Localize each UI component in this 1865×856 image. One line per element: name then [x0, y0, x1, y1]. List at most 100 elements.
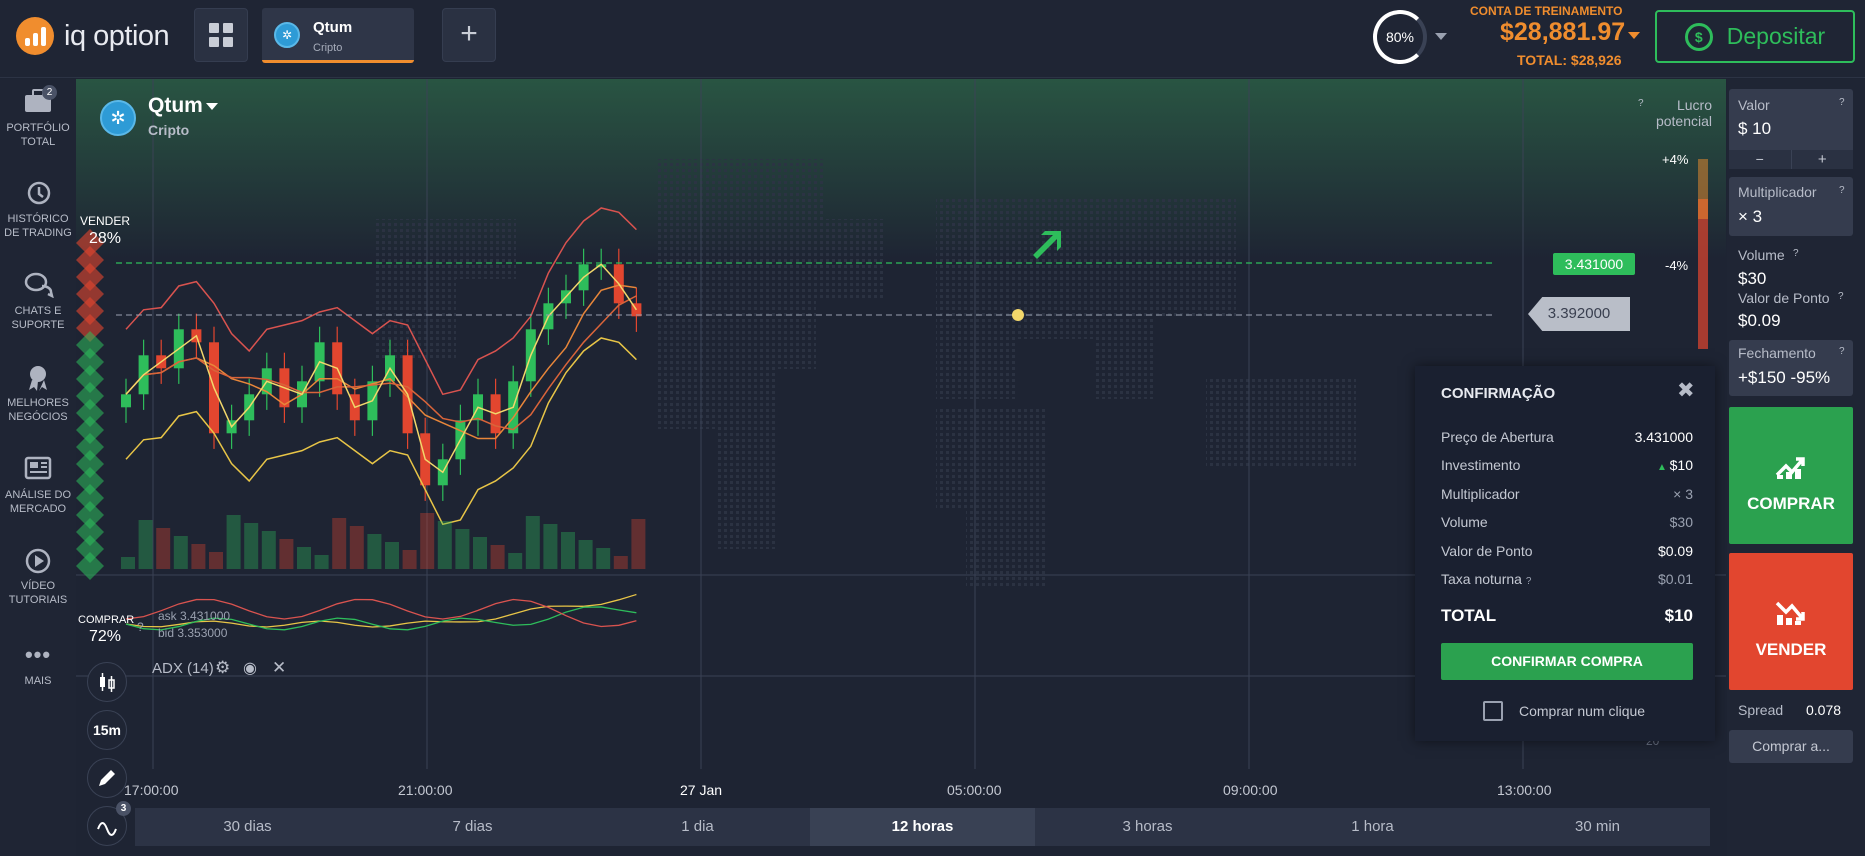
asset-tab-qtum[interactable]: ✲ Qtum Cripto — [262, 8, 414, 63]
volume-bar — [191, 544, 206, 569]
help-icon[interactable]: ? — [1839, 97, 1845, 108]
account-type[interactable]: CONTA DE TREINAMENTO — [1470, 4, 1622, 18]
row-value: 3.431000 — [1634, 429, 1693, 445]
asset-tab-category: Cripto — [313, 42, 343, 54]
multiplier-label: Multiplicador — [1738, 184, 1817, 200]
close-at-box[interactable]: Fechamento ? +$150 -95% — [1729, 340, 1853, 396]
qtum-coin-icon: ✲ — [274, 22, 300, 48]
amount-box: Valor ? $ 10 − + — [1729, 89, 1853, 169]
buy-sentiment-label: COMPRAR — [78, 614, 135, 626]
close-icon[interactable]: ✖ — [1677, 378, 1695, 403]
close-icon[interactable]: ✕ — [272, 658, 286, 678]
tab-1-day[interactable]: 1 dia — [585, 808, 810, 846]
chart-type-button[interactable] — [87, 662, 127, 702]
buy-button[interactable]: COMPRAR — [1729, 407, 1853, 544]
newspaper-icon — [24, 456, 52, 482]
volume-bar — [156, 528, 171, 569]
confirm-buy-button[interactable]: CONFIRMAR COMPRA — [1441, 643, 1693, 680]
timeframe-button[interactable]: 15m — [87, 710, 127, 750]
grid-view-button[interactable] — [194, 8, 248, 62]
spread-label: Spread — [1738, 702, 1784, 718]
balance[interactable]: $28,881.97 — [1500, 18, 1625, 47]
sidebar-item-video-tutorials[interactable]: VÍDEO TUTORIAIS — [0, 547, 76, 607]
buy-at-button[interactable]: Comprar a... — [1729, 730, 1853, 763]
help-icon[interactable]: ? — [1839, 346, 1845, 357]
help-icon[interactable]: ? — [137, 620, 144, 634]
chevron-down-icon[interactable] — [1435, 33, 1447, 40]
logo[interactable]: iq option — [16, 17, 170, 55]
row-value: × 3 — [1673, 486, 1693, 502]
deposit-label: Depositar — [1726, 23, 1826, 49]
tab-30-min[interactable]: 30 min — [1485, 808, 1710, 846]
eye-icon[interactable]: ◉ — [243, 658, 257, 678]
sidebar-item-chats[interactable]: CHATS E SUPORTE — [0, 272, 76, 332]
row-value: $0.09 — [1657, 543, 1693, 559]
tab-3-hours[interactable]: 3 horas — [1035, 808, 1260, 846]
tab-7-days[interactable]: 7 dias — [360, 808, 585, 846]
total-balance: TOTAL: $28,926 — [1517, 52, 1622, 68]
sidebar-item-history[interactable]: HISTÓRICO DE TRADING — [0, 180, 76, 240]
ask-price: ask 3.431000 — [158, 609, 231, 623]
help-icon[interactable]: ? — [1526, 576, 1532, 587]
help-icon[interactable]: ? — [1793, 248, 1799, 259]
current-price-tag: 3.392000 — [1528, 297, 1630, 331]
decrease-amount-button[interactable]: − — [1729, 150, 1792, 169]
tab-30-days[interactable]: 30 dias — [135, 808, 360, 846]
help-icon[interactable]: ? — [1638, 98, 1644, 109]
volume-bar — [578, 540, 593, 569]
point-value: $0.09 — [1738, 311, 1781, 330]
sidebar-item-more[interactable]: ••• MAIS — [0, 642, 76, 688]
tab-1-hour[interactable]: 1 hora — [1260, 808, 1485, 846]
time-label: 17:00:00 — [124, 782, 179, 798]
volume-bar — [226, 515, 241, 569]
deposit-button[interactable]: $ Depositar — [1655, 10, 1855, 63]
asset-category: Cripto — [148, 122, 190, 138]
volume-bar — [561, 532, 575, 569]
volume-bar — [385, 542, 399, 569]
dialog-title: CONFIRMAÇÃO — [1441, 385, 1556, 402]
one-click-checkbox[interactable] — [1483, 701, 1503, 721]
row-value: $30 — [1669, 514, 1693, 530]
drawing-tool-button[interactable] — [87, 758, 127, 798]
balance-chevron-icon[interactable] — [1628, 32, 1640, 39]
indicators-badge: 3 — [116, 801, 131, 816]
volume-bar — [314, 555, 329, 569]
row-value: $0.01 — [1657, 571, 1693, 587]
multiplier-box[interactable]: Multiplicador ? × 3 — [1729, 177, 1853, 236]
amount-input[interactable]: $ 10 — [1738, 119, 1771, 139]
asset-dropdown-icon[interactable] — [206, 103, 218, 110]
sell-label: VENDER — [1755, 640, 1827, 659]
asset-name[interactable]: Qtum — [148, 94, 203, 118]
sell-sentiment-pct: 28% — [88, 230, 122, 247]
help-icon[interactable]: ? — [1838, 291, 1844, 302]
spread-value: 0.078 — [1806, 702, 1842, 718]
indicators-button[interactable]: 3 — [87, 801, 131, 846]
close-label: Fechamento — [1738, 345, 1816, 361]
logo-icon — [16, 17, 54, 55]
tab-12-hours[interactable]: 12 horas — [810, 808, 1035, 846]
volume-row: Volume $30 — [1441, 514, 1693, 530]
confirmation-dialog: CONFIRMAÇÃO ✖ Preço de Abertura 3.431000… — [1415, 366, 1715, 741]
volume-bar — [455, 529, 470, 569]
sidebar-item-market-analysis[interactable]: ANÁLISE DO MERCADO — [0, 456, 76, 516]
volume-bar — [173, 536, 188, 569]
left-sidebar: 2 PORTFÓLIO TOTAL HISTÓRICO DE TRADING C… — [0, 79, 76, 856]
portfolio-badge: 2 — [42, 85, 57, 100]
payout-gauge[interactable]: 80% — [1373, 10, 1427, 64]
row-label: Preço de Abertura — [1441, 429, 1554, 445]
increase-amount-button[interactable]: + — [1792, 150, 1854, 169]
sidebar-item-top-trades[interactable]: MELHORES NEGÓCIOS — [0, 364, 76, 424]
volume-bar — [121, 557, 135, 569]
gear-icon[interactable]: ⚙ — [215, 658, 230, 678]
pencil-icon — [99, 770, 115, 786]
sidebar-item-label: MELHORES NEGÓCIOS — [7, 397, 69, 423]
help-icon[interactable]: ? — [1839, 185, 1845, 196]
history-icon — [24, 180, 52, 206]
sidebar-item-portfolio[interactable]: 2 PORTFÓLIO TOTAL — [0, 85, 76, 149]
one-click-label[interactable]: Comprar num clique — [1519, 703, 1645, 719]
time-label: 21:00:00 — [398, 782, 453, 798]
volume-value: $30 — [1738, 269, 1767, 288]
amount-label: Valor — [1738, 97, 1770, 113]
sell-button[interactable]: VENDER — [1729, 553, 1853, 690]
add-asset-button[interactable]: + — [442, 8, 496, 62]
